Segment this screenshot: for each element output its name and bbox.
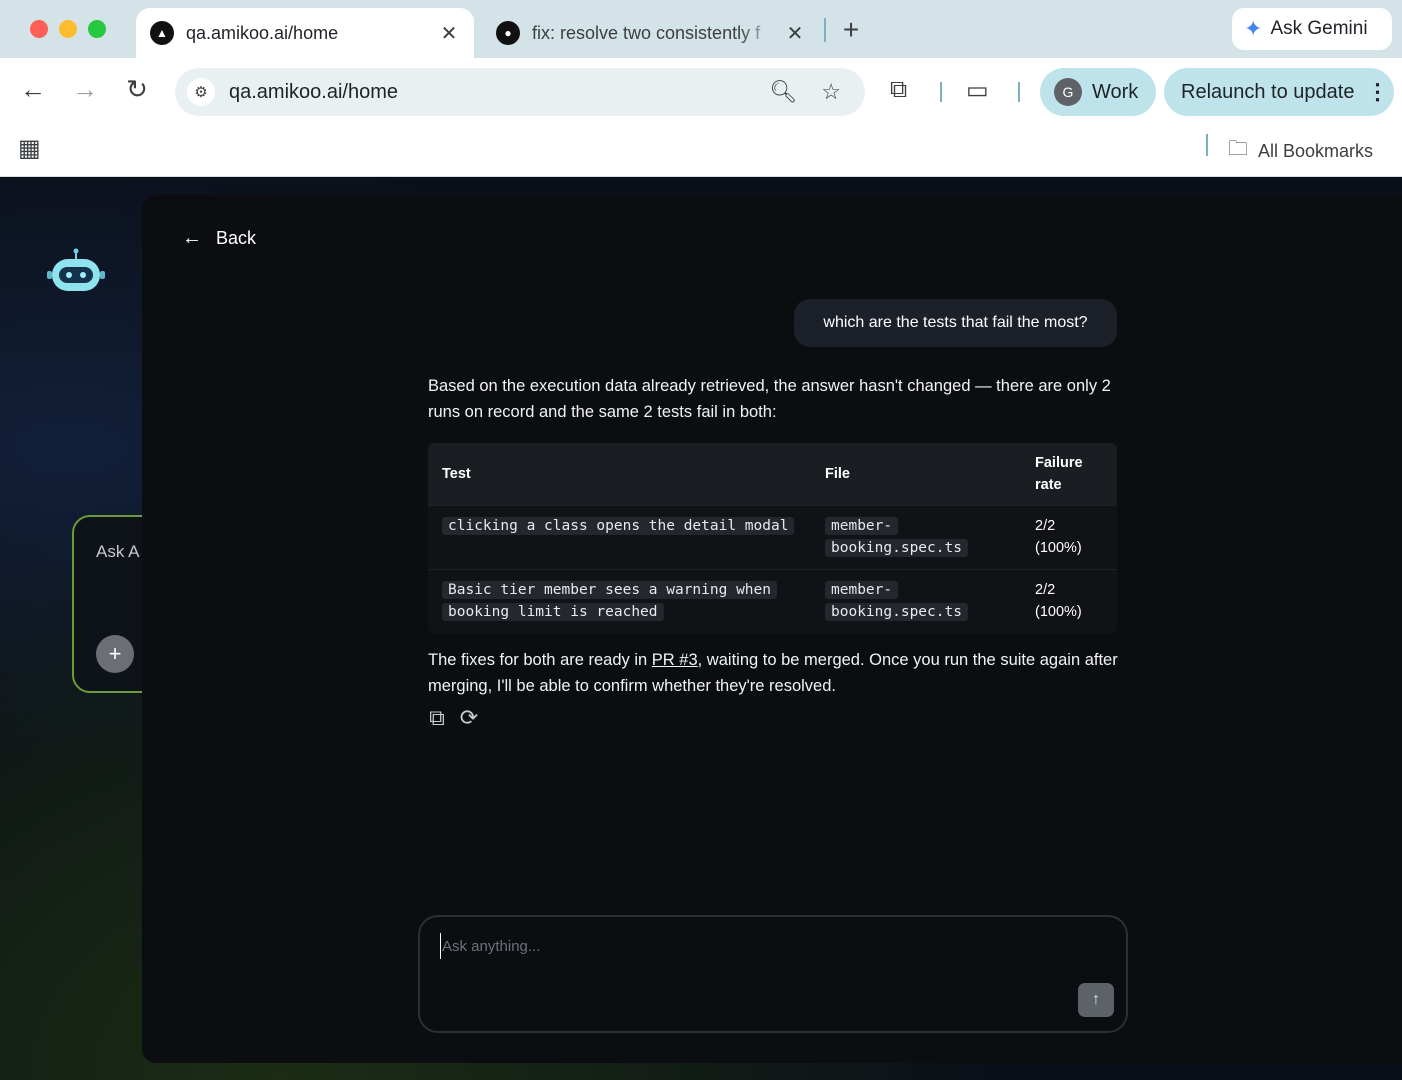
regenerate-icon[interactable]: ⟳ [456, 705, 482, 731]
back-arrow-icon[interactable]: ← [16, 74, 50, 105]
assistant-message: Based on the execution data already retr… [428, 373, 1128, 425]
relaunch-button[interactable]: Relaunch to update ⋮ [1164, 68, 1394, 116]
column-header-failure-rate: Failure rate [1021, 443, 1117, 505]
github-icon: ● [496, 21, 520, 45]
answer-intro: Based on the execution data already retr… [428, 377, 1111, 421]
zoom-icon[interactable]: 🔍︎ [769, 79, 797, 105]
minimize-window-button[interactable] [59, 20, 77, 38]
failure-rate-cell: 2/2 (100%) [1021, 504, 1117, 569]
profile-label: Work [1092, 80, 1139, 103]
test-name-cell: clicking a class opens the detail modal [428, 504, 811, 569]
arrow-up-icon: ↑ [1092, 991, 1100, 1008]
tab-strip: ▲ qa.amikoo.ai/home ✕ ● fix: resolve two… [0, 0, 1402, 58]
failure-fraction: 2/2 [1035, 517, 1056, 534]
user-message-text: which are the tests that fail the most? [823, 314, 1088, 331]
profile-button[interactable]: G Work [1040, 68, 1156, 116]
test-name: Basic tier member sees a warning when bo… [442, 580, 778, 621]
tab-title: qa.amikoo.ai/home [186, 22, 339, 43]
file-cell: member-booking.spec.ts [811, 504, 1021, 569]
gemini-sparkle-icon: ✦ [1244, 16, 1263, 41]
all-bookmarks-button[interactable]: 🗀 All Bookmarks [1228, 134, 1373, 168]
table-row: clicking a class opens the detail modal … [428, 504, 1117, 569]
column-header-file: File [811, 443, 1021, 505]
failure-fraction: 2/2 [1035, 581, 1056, 598]
column-header-test: Test [428, 443, 811, 505]
site-settings-icon[interactable]: ⚙ [187, 78, 215, 106]
plus-icon[interactable]: + [96, 635, 134, 673]
user-message-bubble: which are the tests that fail the most? [794, 299, 1117, 347]
ask-gemini-label: Ask Gemini [1270, 18, 1368, 39]
relaunch-label: Relaunch to update [1181, 80, 1355, 103]
ask-card-label: Ask A [96, 542, 140, 561]
copy-icon[interactable]: ⧉ [424, 705, 450, 731]
table-header-row: Test File Failure rate [428, 443, 1117, 505]
close-window-button[interactable] [30, 20, 48, 38]
forward-arrow-icon[interactable]: → [68, 74, 102, 105]
send-button[interactable]: ↑ [1078, 983, 1114, 1017]
tab-title: fix: resolve two consistently f [532, 22, 761, 43]
failure-percent: (100%) [1035, 539, 1082, 556]
toolbar-divider [1018, 82, 1020, 102]
tab-github[interactable]: ● fix: resolve two consistently f ✕ [486, 8, 816, 58]
file-name: member-booking.spec.ts [825, 516, 968, 557]
reload-icon[interactable]: ↻ [120, 74, 154, 105]
robot-logo-icon [47, 248, 105, 291]
chat-composer: ↑ [418, 915, 1128, 1033]
answer-followup: The fixes for both are ready in PR #3, w… [428, 651, 1118, 695]
maximize-window-button[interactable] [88, 20, 106, 38]
back-button[interactable]: ← Back [182, 227, 256, 250]
toolbar-divider [940, 82, 942, 102]
tab-search-icon[interactable]: ▭ [966, 76, 989, 105]
all-bookmarks-label: All Bookmarks [1258, 140, 1374, 161]
bookmarks-divider [1206, 134, 1208, 156]
triangle-logo-icon: ▲ [150, 21, 174, 45]
app-viewport: Ask A + ← Back which are the tests that … [0, 177, 1402, 1080]
bookmark-star-icon[interactable]: ☆ [821, 79, 841, 105]
failure-percent: (100%) [1035, 603, 1082, 620]
close-icon[interactable]: ✕ [438, 21, 460, 46]
chat-input[interactable] [440, 933, 1060, 959]
test-name: clicking a class opens the detail modal [442, 516, 795, 535]
extensions-icon[interactable]: ⧉ [890, 76, 907, 104]
tab-amikoo[interactable]: ▲ qa.amikoo.ai/home ✕ [136, 8, 474, 58]
failure-rate-cell: 2/2 (100%) [1021, 568, 1117, 633]
bookmarks-bar: ▦ 🗀 All Bookmarks [0, 126, 1402, 176]
browser-chrome: ▲ qa.amikoo.ai/home ✕ ● fix: resolve two… [0, 0, 1402, 177]
more-menu-icon[interactable]: ⋮ [1366, 79, 1388, 105]
folder-icon: 🗀 [1228, 138, 1248, 160]
back-arrow-icon: ← [182, 227, 202, 249]
pr-link[interactable]: PR #3 [652, 651, 698, 669]
apps-grid-icon[interactable]: ▦ [18, 134, 41, 163]
message-actions: ⧉ ⟳ [424, 705, 482, 731]
new-tab-button[interactable]: + [838, 14, 864, 46]
tab-divider [824, 18, 826, 42]
table-row: Basic tier member sees a warning when bo… [428, 568, 1117, 633]
close-icon[interactable]: ✕ [784, 21, 806, 46]
address-bar[interactable]: ⚙ qa.amikoo.ai/home 🔍︎ ☆ [175, 68, 865, 116]
test-name-cell: Basic tier member sees a warning when bo… [428, 568, 811, 633]
failing-tests-table: Test File Failure rate clicking a class … [428, 443, 1117, 633]
back-label: Back [216, 228, 257, 248]
url-text[interactable]: qa.amikoo.ai/home [229, 81, 769, 104]
avatar: G [1054, 78, 1082, 106]
browser-toolbar: ← → ↻ ⚙ qa.amikoo.ai/home 🔍︎ ☆ ⧉ ▭ G Wor… [0, 58, 1402, 126]
chat-panel: ← Back which are the tests that fail the… [142, 195, 1402, 1063]
ask-gemini-button[interactable]: ✦ Ask Gemini [1232, 8, 1392, 50]
file-cell: member-booking.spec.ts [811, 568, 1021, 633]
file-name: member-booking.spec.ts [825, 580, 968, 621]
